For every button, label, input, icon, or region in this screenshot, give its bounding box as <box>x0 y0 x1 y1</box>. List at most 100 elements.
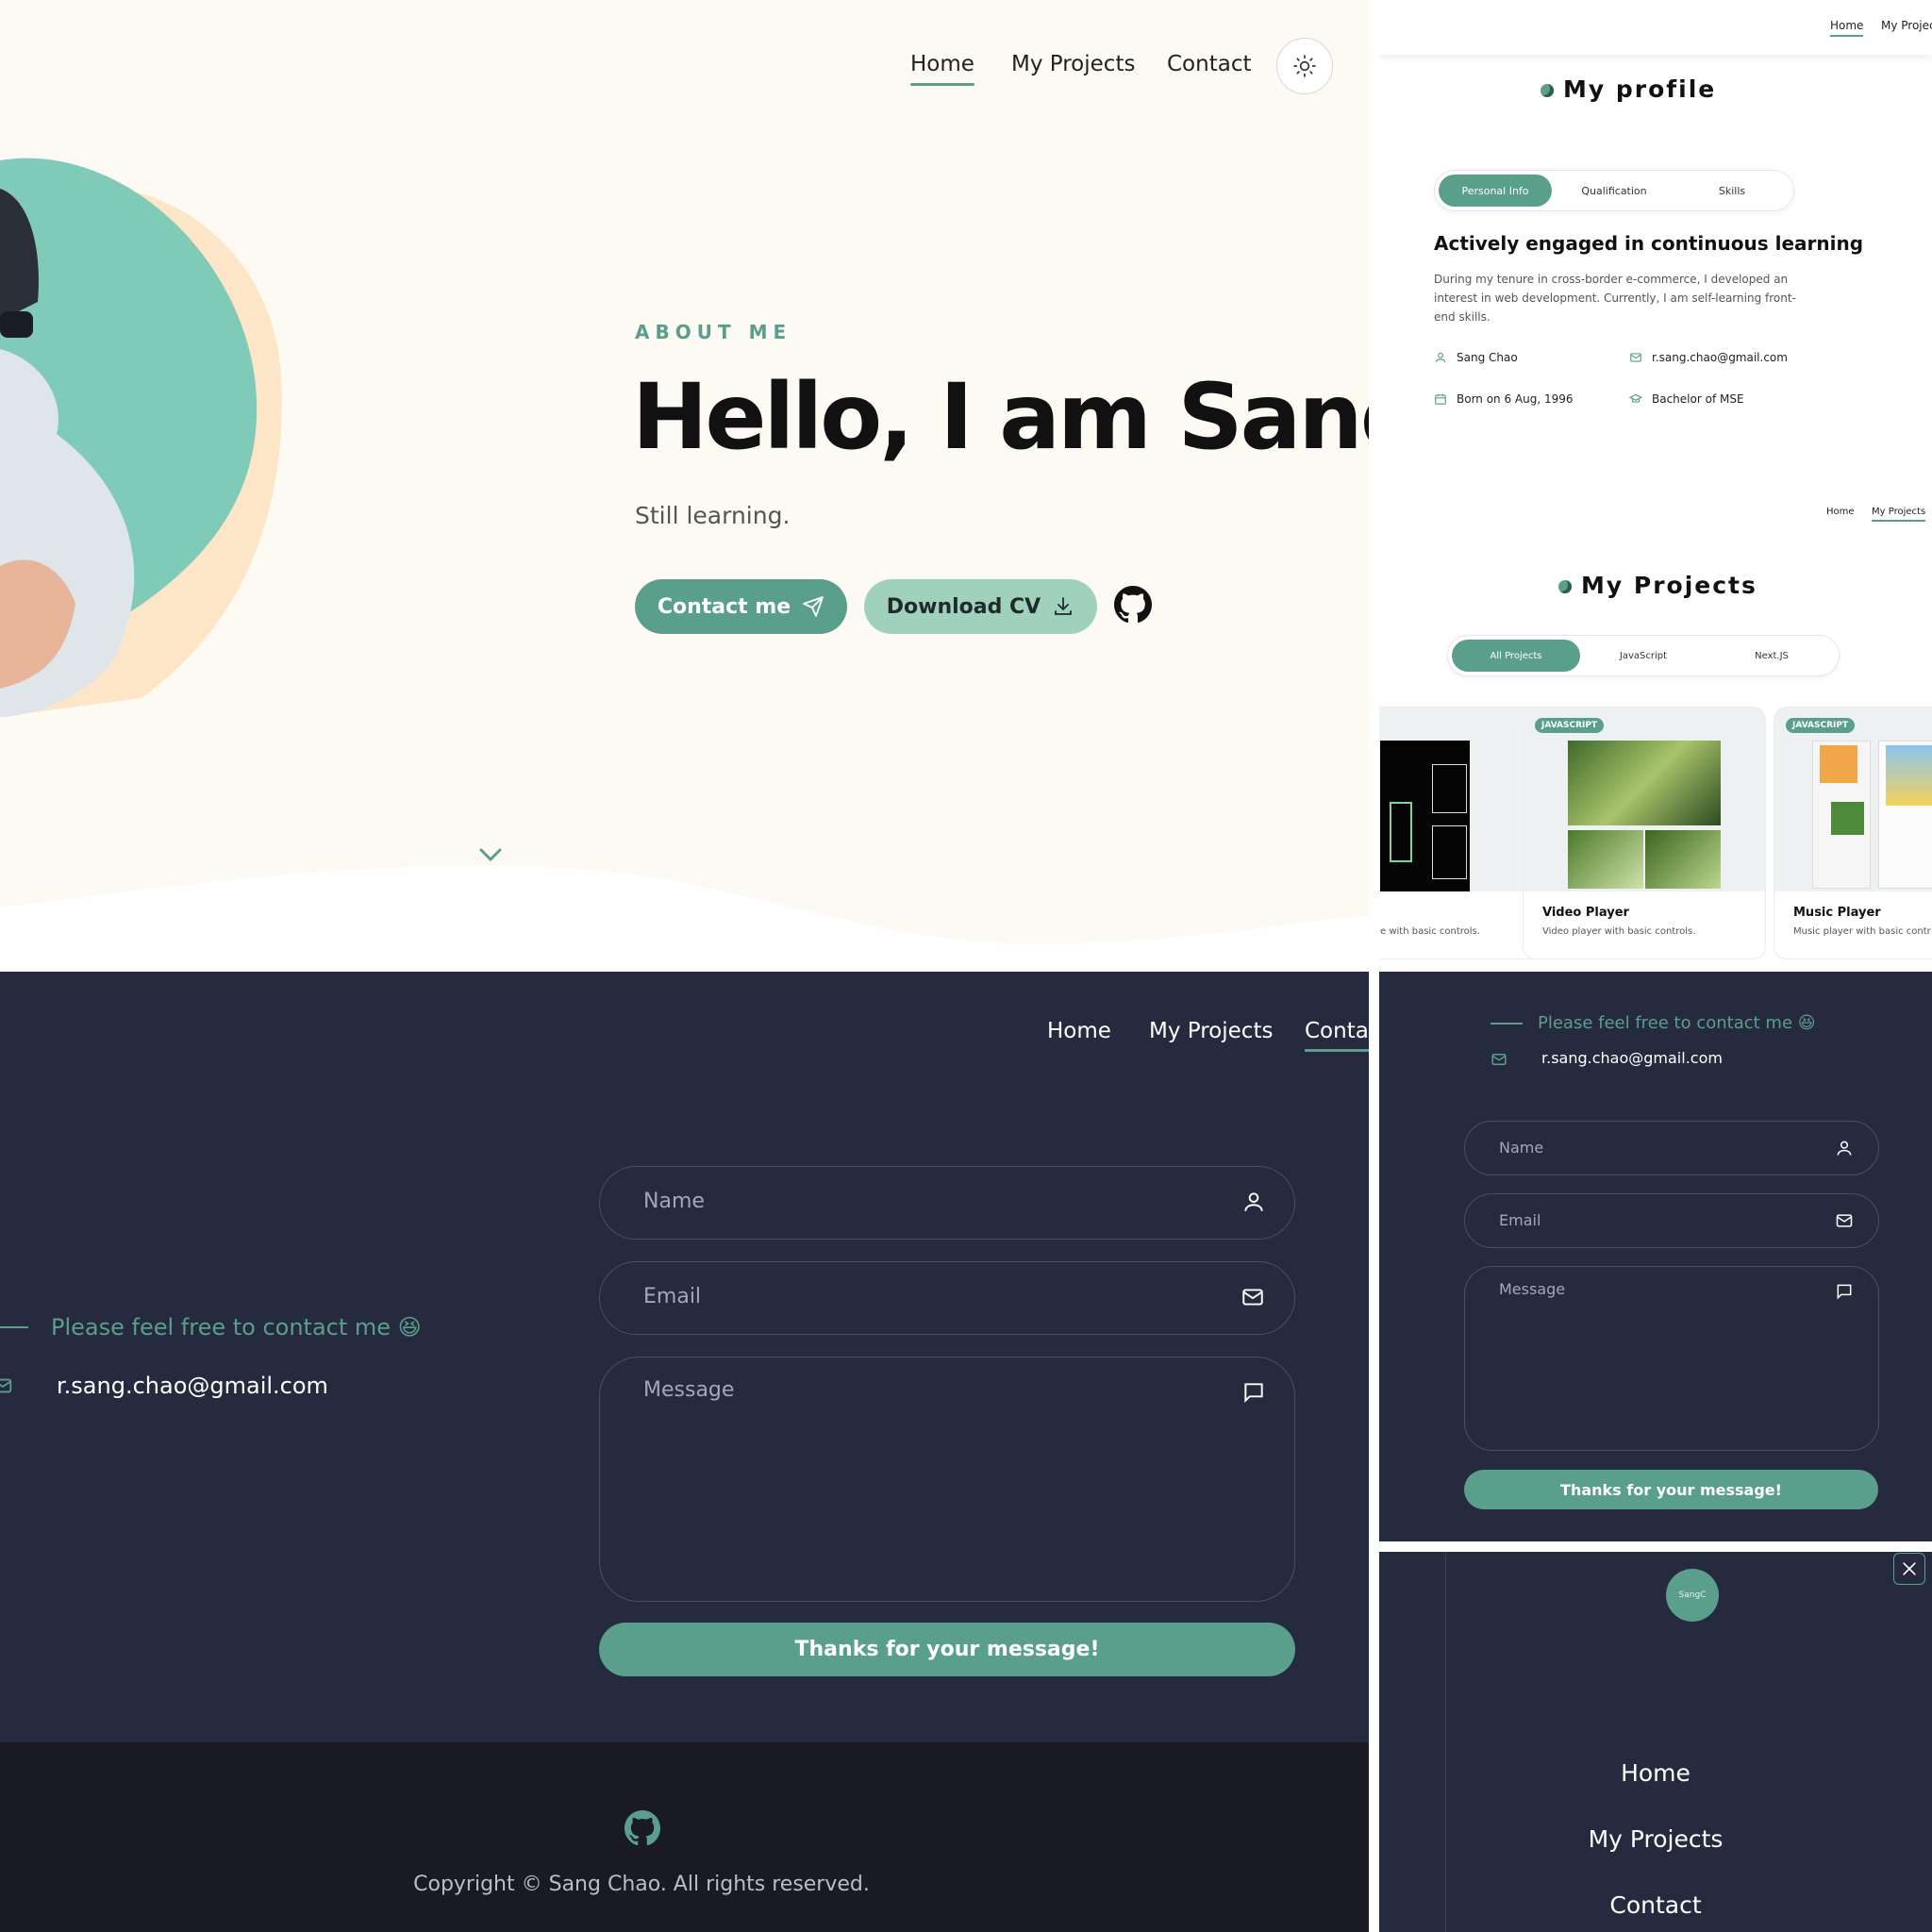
project-badge: JAVASCRIPT <box>1535 718 1605 733</box>
footer: Copyright © Sang Chao. All rights reserv… <box>0 1742 1369 1932</box>
profile-born-row: Born on 6 Aug, 1996 <box>1434 392 1574 406</box>
close-icon <box>1903 1562 1916 1575</box>
section-bullet-icon <box>1558 580 1572 593</box>
project-desc: Music player with basic contr <box>1793 926 1931 937</box>
project-card[interactable]: JAVASCRIPT Music Player Music player wit… <box>1774 707 1932 959</box>
sun-icon <box>1293 55 1316 77</box>
menu-item-my-projects[interactable]: My Projects <box>1379 1825 1932 1853</box>
github-icon[interactable] <box>625 1810 660 1846</box>
projects-tabs: All Projects JavaScript Next.JS <box>1447 635 1840 676</box>
mail-icon <box>1836 1214 1853 1227</box>
contact-nav-projects[interactable]: My Projects <box>1149 1019 1273 1043</box>
close-button[interactable] <box>1893 1553 1925 1585</box>
email-placeholder: Email <box>643 1285 702 1308</box>
contact-section-compact: Please feel free to contact me 😆 r.sang.… <box>1379 972 1932 1541</box>
contact-email[interactable]: r.sang.chao@gmail.com <box>57 1373 328 1399</box>
mail-icon <box>1491 1054 1507 1065</box>
contact-email[interactable]: r.sang.chao@gmail.com <box>1541 1049 1723 1067</box>
wave-divider <box>0 865 1369 971</box>
logo[interactable]: SangC <box>1666 1569 1719 1622</box>
mail-icon <box>0 1378 12 1393</box>
project-card[interactable]: JAVASCRIPT Video Player Video player wit… <box>1523 707 1766 959</box>
submit-button[interactable]: Thanks for your message! <box>1464 1470 1878 1509</box>
chat-icon <box>1837 1284 1852 1300</box>
about-me-label: ABOUT ME <box>635 321 792 343</box>
name-field[interactable]: Name <box>599 1166 1295 1240</box>
email-field[interactable]: Email <box>1464 1193 1879 1248</box>
message-placeholder: Message <box>643 1378 735 1402</box>
projects-nav-projects[interactable]: My Projects <box>1872 507 1926 522</box>
tab-skills[interactable]: Skills <box>1675 175 1789 207</box>
user-icon <box>1244 1192 1263 1211</box>
projects-title: My Projects <box>1558 572 1757 599</box>
message-field[interactable]: Message <box>599 1357 1295 1602</box>
profile-heading: Actively engaged in continuous learning <box>1434 232 1864 255</box>
project-screenshot <box>1774 708 1932 891</box>
email-placeholder: Email <box>1499 1211 1541 1229</box>
profile-title: My profile <box>1541 75 1716 103</box>
project-badge: JAVASCRIPT <box>1786 718 1856 733</box>
message-placeholder: Message <box>1499 1280 1566 1298</box>
accent-dash <box>1491 1022 1523 1024</box>
email-field[interactable]: Email <box>599 1261 1295 1335</box>
message-field[interactable]: Message <box>1464 1266 1879 1451</box>
name-field[interactable]: Name <box>1464 1121 1879 1175</box>
hero-title: Hello, I am Sang! <box>632 364 1369 470</box>
project-screenshot <box>1524 708 1765 891</box>
mail-icon <box>1630 353 1641 362</box>
profile-description: During my tenure in cross-border e-comme… <box>1434 273 1796 324</box>
tab-personal-info[interactable]: Personal Info <box>1439 175 1552 207</box>
contact-invite-text: Please feel free to contact me 😆 <box>0 1314 422 1341</box>
contact-section: Home My Projects Contac Please feel free… <box>0 972 1369 1932</box>
profile-name-row: Sang Chao <box>1434 351 1518 364</box>
contact-me-button[interactable]: Contact me <box>635 579 847 634</box>
hero-section: Home My Projects Contact ABOUT ME Hello,… <box>0 0 1369 971</box>
projects-nav-home[interactable]: Home <box>1826 507 1855 517</box>
tab-all-projects[interactable]: All Projects <box>1452 640 1580 672</box>
name-placeholder: Name <box>1499 1139 1544 1157</box>
hero-subtitle: Still learning. <box>635 502 791 529</box>
user-icon <box>1435 352 1446 363</box>
nav-home[interactable]: Home <box>910 52 974 86</box>
menu-divider <box>1445 1552 1446 1932</box>
profile-nav-projects[interactable]: My Projects <box>1881 19 1932 32</box>
section-bullet-icon <box>1541 84 1554 97</box>
menu-item-contact[interactable]: Contact <box>1379 1891 1932 1919</box>
contact-invite-text: Please feel free to contact me 😆 <box>1491 1013 1816 1033</box>
submit-button[interactable]: Thanks for your message! <box>599 1623 1295 1676</box>
project-title: Video Player <box>1542 906 1629 920</box>
logo-text: SangC <box>1678 1591 1707 1600</box>
accent-dash <box>0 1326 28 1328</box>
download-cv-button[interactable]: Download CV <box>864 579 1097 634</box>
profile-tabs: Personal Info Qualification Skills <box>1434 170 1794 211</box>
profile-projects-section: Home My Projects My profile Personal Inf… <box>1379 0 1932 971</box>
profile-nav-home[interactable]: Home <box>1830 19 1864 37</box>
mail-icon <box>1242 1289 1263 1306</box>
project-desc: e with basic controls. <box>1380 926 1480 937</box>
tab-qualification[interactable]: Qualification <box>1557 175 1671 207</box>
project-title: Music Player <box>1793 906 1881 920</box>
graduation-cap-icon <box>1629 393 1642 403</box>
chat-icon <box>1244 1383 1263 1404</box>
menu-item-home[interactable]: Home <box>1379 1759 1932 1787</box>
github-icon[interactable] <box>1114 586 1152 624</box>
profile-portrait <box>0 158 282 717</box>
theme-toggle-button[interactable] <box>1276 38 1333 94</box>
nav-contact[interactable]: Contact <box>1167 52 1251 76</box>
copyright: Copyright © Sang Chao. All rights reserv… <box>413 1873 870 1896</box>
contact-nav-home[interactable]: Home <box>1047 1019 1111 1043</box>
name-placeholder: Name <box>643 1190 705 1213</box>
tab-nextjs[interactable]: Next.JS <box>1710 640 1833 672</box>
user-icon <box>1837 1141 1852 1156</box>
contact-me-label: Contact me <box>657 594 791 619</box>
contact-nav-contact[interactable]: Contac <box>1305 1019 1369 1052</box>
project-desc: Video player with basic controls. <box>1542 926 1696 937</box>
download-icon <box>1055 597 1073 615</box>
nav-my-projects[interactable]: My Projects <box>1011 52 1135 76</box>
download-cv-label: Download CV <box>886 594 1041 619</box>
calendar-icon <box>1435 393 1446 405</box>
profile-email-row: r.sang.chao@gmail.com <box>1629 351 1788 364</box>
profile-degree-row: Bachelor of MSE <box>1629 392 1744 406</box>
tab-javascript[interactable]: JavaScript <box>1582 640 1705 672</box>
send-icon <box>803 596 824 617</box>
